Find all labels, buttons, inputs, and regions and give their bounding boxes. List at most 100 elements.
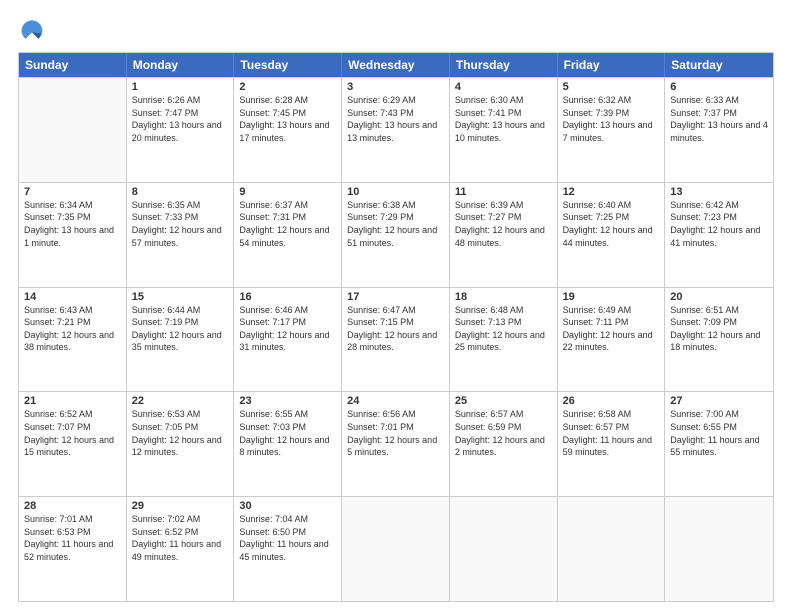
calendar-week: 1Sunrise: 6:26 AMSunset: 7:47 PMDaylight… — [19, 77, 773, 182]
day-number: 15 — [132, 291, 229, 303]
day-cell: 16Sunrise: 6:46 AMSunset: 7:17 PMDayligh… — [234, 288, 342, 392]
day-number: 27 — [670, 395, 768, 407]
empty-cell — [665, 497, 773, 601]
day-number: 10 — [347, 186, 444, 198]
day-info: Sunrise: 6:32 AMSunset: 7:39 PMDaylight:… — [563, 94, 660, 144]
day-number: 6 — [670, 81, 768, 93]
day-info: Sunrise: 6:35 AMSunset: 7:33 PMDaylight:… — [132, 199, 229, 249]
calendar-week: 21Sunrise: 6:52 AMSunset: 7:07 PMDayligh… — [19, 391, 773, 496]
day-cell: 17Sunrise: 6:47 AMSunset: 7:15 PMDayligh… — [342, 288, 450, 392]
day-info: Sunrise: 6:42 AMSunset: 7:23 PMDaylight:… — [670, 199, 768, 249]
day-number: 24 — [347, 395, 444, 407]
day-cell: 12Sunrise: 6:40 AMSunset: 7:25 PMDayligh… — [558, 183, 666, 287]
day-cell: 7Sunrise: 6:34 AMSunset: 7:35 PMDaylight… — [19, 183, 127, 287]
empty-cell — [342, 497, 450, 601]
header — [18, 18, 774, 42]
day-cell: 13Sunrise: 6:42 AMSunset: 7:23 PMDayligh… — [665, 183, 773, 287]
day-info: Sunrise: 6:28 AMSunset: 7:45 PMDaylight:… — [239, 94, 336, 144]
day-number: 23 — [239, 395, 336, 407]
day-number: 30 — [239, 500, 336, 512]
day-cell: 25Sunrise: 6:57 AMSunset: 6:59 PMDayligh… — [450, 392, 558, 496]
calendar: SundayMondayTuesdayWednesdayThursdayFrid… — [18, 52, 774, 602]
day-number: 9 — [239, 186, 336, 198]
logo-icon — [20, 18, 44, 42]
day-info: Sunrise: 6:51 AMSunset: 7:09 PMDaylight:… — [670, 304, 768, 354]
day-number: 13 — [670, 186, 768, 198]
day-info: Sunrise: 6:47 AMSunset: 7:15 PMDaylight:… — [347, 304, 444, 354]
day-cell: 10Sunrise: 6:38 AMSunset: 7:29 PMDayligh… — [342, 183, 450, 287]
empty-cell — [450, 497, 558, 601]
weekday-header: Monday — [127, 53, 235, 77]
day-info: Sunrise: 6:39 AMSunset: 7:27 PMDaylight:… — [455, 199, 552, 249]
day-info: Sunrise: 6:33 AMSunset: 7:37 PMDaylight:… — [670, 94, 768, 144]
weekday-header: Sunday — [19, 53, 127, 77]
calendar-header: SundayMondayTuesdayWednesdayThursdayFrid… — [19, 53, 773, 77]
weekday-header: Wednesday — [342, 53, 450, 77]
calendar-week: 28Sunrise: 7:01 AMSunset: 6:53 PMDayligh… — [19, 496, 773, 601]
day-info: Sunrise: 6:30 AMSunset: 7:41 PMDaylight:… — [455, 94, 552, 144]
empty-cell — [558, 497, 666, 601]
day-cell: 15Sunrise: 6:44 AMSunset: 7:19 PMDayligh… — [127, 288, 235, 392]
day-info: Sunrise: 6:53 AMSunset: 7:05 PMDaylight:… — [132, 408, 229, 458]
page: SundayMondayTuesdayWednesdayThursdayFrid… — [0, 0, 792, 612]
day-info: Sunrise: 6:29 AMSunset: 7:43 PMDaylight:… — [347, 94, 444, 144]
weekday-header: Thursday — [450, 53, 558, 77]
day-cell: 4Sunrise: 6:30 AMSunset: 7:41 PMDaylight… — [450, 78, 558, 182]
day-cell: 6Sunrise: 6:33 AMSunset: 7:37 PMDaylight… — [665, 78, 773, 182]
day-cell: 2Sunrise: 6:28 AMSunset: 7:45 PMDaylight… — [234, 78, 342, 182]
day-info: Sunrise: 6:52 AMSunset: 7:07 PMDaylight:… — [24, 408, 121, 458]
day-number: 20 — [670, 291, 768, 303]
day-number: 14 — [24, 291, 121, 303]
day-number: 21 — [24, 395, 121, 407]
day-cell: 22Sunrise: 6:53 AMSunset: 7:05 PMDayligh… — [127, 392, 235, 496]
day-info: Sunrise: 6:40 AMSunset: 7:25 PMDaylight:… — [563, 199, 660, 249]
day-number: 3 — [347, 81, 444, 93]
day-cell: 9Sunrise: 6:37 AMSunset: 7:31 PMDaylight… — [234, 183, 342, 287]
weekday-header: Tuesday — [234, 53, 342, 77]
day-info: Sunrise: 6:55 AMSunset: 7:03 PMDaylight:… — [239, 408, 336, 458]
day-info: Sunrise: 7:04 AMSunset: 6:50 PMDaylight:… — [239, 513, 336, 563]
day-number: 8 — [132, 186, 229, 198]
day-cell: 3Sunrise: 6:29 AMSunset: 7:43 PMDaylight… — [342, 78, 450, 182]
day-cell: 18Sunrise: 6:48 AMSunset: 7:13 PMDayligh… — [450, 288, 558, 392]
day-cell: 21Sunrise: 6:52 AMSunset: 7:07 PMDayligh… — [19, 392, 127, 496]
day-number: 22 — [132, 395, 229, 407]
day-info: Sunrise: 6:43 AMSunset: 7:21 PMDaylight:… — [24, 304, 121, 354]
day-cell: 24Sunrise: 6:56 AMSunset: 7:01 PMDayligh… — [342, 392, 450, 496]
day-info: Sunrise: 6:26 AMSunset: 7:47 PMDaylight:… — [132, 94, 229, 144]
day-cell: 27Sunrise: 7:00 AMSunset: 6:55 PMDayligh… — [665, 392, 773, 496]
day-info: Sunrise: 6:44 AMSunset: 7:19 PMDaylight:… — [132, 304, 229, 354]
day-number: 12 — [563, 186, 660, 198]
day-number: 29 — [132, 500, 229, 512]
day-info: Sunrise: 6:48 AMSunset: 7:13 PMDaylight:… — [455, 304, 552, 354]
weekday-header: Friday — [558, 53, 666, 77]
day-cell: 8Sunrise: 6:35 AMSunset: 7:33 PMDaylight… — [127, 183, 235, 287]
day-info: Sunrise: 6:37 AMSunset: 7:31 PMDaylight:… — [239, 199, 336, 249]
empty-cell — [19, 78, 127, 182]
day-number: 19 — [563, 291, 660, 303]
day-number: 26 — [563, 395, 660, 407]
day-number: 7 — [24, 186, 121, 198]
day-info: Sunrise: 6:56 AMSunset: 7:01 PMDaylight:… — [347, 408, 444, 458]
day-number: 25 — [455, 395, 552, 407]
day-cell: 11Sunrise: 6:39 AMSunset: 7:27 PMDayligh… — [450, 183, 558, 287]
day-info: Sunrise: 7:00 AMSunset: 6:55 PMDaylight:… — [670, 408, 768, 458]
day-info: Sunrise: 6:58 AMSunset: 6:57 PMDaylight:… — [563, 408, 660, 458]
day-cell: 29Sunrise: 7:02 AMSunset: 6:52 PMDayligh… — [127, 497, 235, 601]
day-number: 16 — [239, 291, 336, 303]
day-number: 11 — [455, 186, 552, 198]
day-cell: 30Sunrise: 7:04 AMSunset: 6:50 PMDayligh… — [234, 497, 342, 601]
day-number: 18 — [455, 291, 552, 303]
day-cell: 26Sunrise: 6:58 AMSunset: 6:57 PMDayligh… — [558, 392, 666, 496]
calendar-week: 7Sunrise: 6:34 AMSunset: 7:35 PMDaylight… — [19, 182, 773, 287]
day-cell: 5Sunrise: 6:32 AMSunset: 7:39 PMDaylight… — [558, 78, 666, 182]
day-number: 28 — [24, 500, 121, 512]
day-cell: 28Sunrise: 7:01 AMSunset: 6:53 PMDayligh… — [19, 497, 127, 601]
day-info: Sunrise: 6:34 AMSunset: 7:35 PMDaylight:… — [24, 199, 121, 249]
weekday-header: Saturday — [665, 53, 773, 77]
day-info: Sunrise: 6:57 AMSunset: 6:59 PMDaylight:… — [455, 408, 552, 458]
day-info: Sunrise: 6:49 AMSunset: 7:11 PMDaylight:… — [563, 304, 660, 354]
day-info: Sunrise: 7:01 AMSunset: 6:53 PMDaylight:… — [24, 513, 121, 563]
calendar-body: 1Sunrise: 6:26 AMSunset: 7:47 PMDaylight… — [19, 77, 773, 601]
day-cell: 1Sunrise: 6:26 AMSunset: 7:47 PMDaylight… — [127, 78, 235, 182]
